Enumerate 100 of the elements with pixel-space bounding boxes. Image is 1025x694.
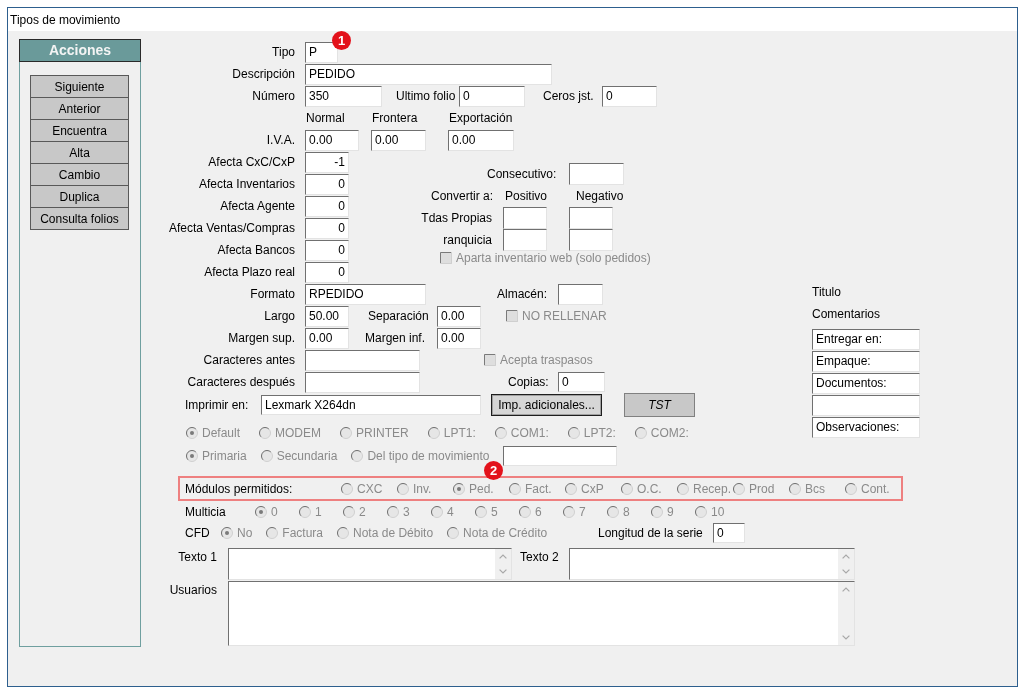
action-button[interactable]: Alta xyxy=(30,141,129,164)
window-title: Tipos de movimiento xyxy=(8,8,1017,31)
margen-inf-field[interactable]: 0.00 xyxy=(437,327,481,349)
comment-field[interactable]: Documentos: xyxy=(812,373,920,394)
margen-sup-label: Margen sup. xyxy=(227,331,295,345)
afecta-label: Afecta Inventarios xyxy=(197,177,295,191)
iva-field[interactable]: 0.00 xyxy=(371,129,426,151)
iva-field[interactable]: 0.00 xyxy=(448,129,514,151)
copias-field[interactable]: 0 xyxy=(558,372,605,392)
chevron-up-icon[interactable] xyxy=(499,554,507,559)
ceros-label: Ceros jst. xyxy=(543,89,595,103)
almacen-label: Almacén: xyxy=(497,287,549,301)
action-button[interactable]: Cambio xyxy=(30,163,129,186)
movement-type-field[interactable] xyxy=(503,445,618,466)
chevron-up-icon[interactable] xyxy=(842,587,850,592)
afecta-label: Afecta CxC/CxP xyxy=(207,155,295,169)
tipo-label: Tipo xyxy=(271,45,295,59)
afecta-field[interactable]: 0 xyxy=(305,173,349,195)
separacion-label: Separación xyxy=(368,309,430,323)
action-button[interactable]: Siguiente xyxy=(30,75,129,98)
descripcion-label: Descripción xyxy=(231,67,295,81)
ceros-field[interactable]: 0 xyxy=(602,85,657,107)
chevron-up-icon[interactable] xyxy=(842,554,850,559)
ultimo-folio-field[interactable]: 0 xyxy=(459,85,525,107)
test-button[interactable]: TST xyxy=(624,393,695,417)
texto-field[interactable] xyxy=(569,548,855,580)
largo-label: Largo xyxy=(263,309,295,323)
scroll-bar[interactable] xyxy=(838,582,854,645)
afecta-field[interactable]: 0 xyxy=(305,217,349,239)
additional-printers-button[interactable]: Imp. adicionales... xyxy=(491,394,602,416)
margen-sup-field[interactable]: 0.00 xyxy=(305,327,349,349)
texto-field[interactable] xyxy=(228,548,512,580)
scroll-bar[interactable] xyxy=(495,549,511,579)
comment-field[interactable]: Empaque: xyxy=(812,351,920,372)
imprimir-label: Imprimir en: xyxy=(185,398,250,412)
iva-column-label: Normal xyxy=(306,111,346,125)
caracteres-despues-label: Caracteres después xyxy=(186,375,295,389)
afecta-label: Afecta Agente xyxy=(219,199,295,213)
afecta-label: Afecta Ventas/Compras xyxy=(167,221,295,235)
convertir-label: Convertir a: xyxy=(431,189,495,203)
descripcion-field[interactable]: PEDIDO xyxy=(305,63,552,85)
iva-column-label: Exportación xyxy=(449,111,513,125)
action-button[interactable]: Duplica xyxy=(30,185,129,208)
texto-label: Texto 1 xyxy=(177,549,217,564)
iva-field[interactable]: 0.00 xyxy=(305,129,359,151)
afecta-field[interactable]: 0 xyxy=(305,195,349,217)
copias-label: Copias: xyxy=(508,375,550,389)
chevron-down-icon[interactable] xyxy=(499,569,507,574)
comment-field[interactable]: Observaciones: xyxy=(812,417,920,438)
separacion-field[interactable]: 0.00 xyxy=(437,305,481,327)
consecutivo-field[interactable] xyxy=(569,163,624,185)
convertir-row-label: ranquicia xyxy=(442,233,492,247)
titulo-label: Titulo xyxy=(812,284,842,301)
afecta-field[interactable]: 0 xyxy=(305,261,349,283)
iva-column-label: Frontera xyxy=(372,111,419,125)
usuarios-field[interactable] xyxy=(228,581,855,646)
margen-inf-label: Margen inf. xyxy=(365,331,427,345)
action-button[interactable]: Consulta folios xyxy=(30,207,129,230)
convertir-field[interactable] xyxy=(503,207,547,229)
consecutivo-label: Consecutivo: xyxy=(487,167,558,181)
formato-field[interactable]: RPEDIDO xyxy=(305,283,426,305)
convertir-field[interactable] xyxy=(503,229,547,251)
scroll-bar[interactable] xyxy=(838,549,854,579)
afecta-label: Afecta Plazo real xyxy=(203,265,295,279)
formato-label: Formato xyxy=(249,287,295,301)
convertir-column-label: Positivo xyxy=(505,189,549,203)
callout-marker: 2 xyxy=(484,461,503,480)
afecta-label: Afecta Bancos xyxy=(216,243,295,257)
caracteres-antes-field[interactable] xyxy=(305,349,420,371)
iva-label: I.V.A. xyxy=(265,133,295,147)
convertir-row-label: Tdas Propias xyxy=(420,211,492,225)
comentarios-label: Comentarios xyxy=(812,306,882,323)
modulos-label: Módulos permitidos: xyxy=(185,481,294,496)
largo-field[interactable]: 50.00 xyxy=(305,305,349,327)
tipo-field[interactable]: P xyxy=(305,41,338,63)
numero-field[interactable]: 350 xyxy=(305,85,382,107)
numero-label: Número xyxy=(251,89,295,103)
usuarios-label: Usuarios xyxy=(168,582,217,597)
panel-title: Acciones xyxy=(19,39,141,62)
action-button[interactable]: Anterior xyxy=(30,97,129,120)
chevron-down-icon[interactable] xyxy=(842,569,850,574)
comment-field[interactable]: Entregar en: xyxy=(812,329,920,350)
longitud-label: Longitud de la serie xyxy=(598,526,704,540)
convertir-field[interactable] xyxy=(569,207,613,229)
caracteres-antes-label: Caracteres antes xyxy=(202,353,295,367)
afecta-field[interactable]: -1 xyxy=(305,151,349,173)
printer-field[interactable]: Lexmark X264dn xyxy=(261,395,481,415)
convertir-column-label: Negativo xyxy=(576,189,624,203)
afecta-field[interactable]: 0 xyxy=(305,239,349,261)
almacen-field[interactable] xyxy=(558,283,603,305)
cfd-label: CFD xyxy=(185,526,211,540)
texto-label: Texto 2 xyxy=(520,549,560,564)
callout-marker: 1 xyxy=(332,31,351,50)
longitud-field[interactable]: 0 xyxy=(713,523,745,543)
caracteres-despues-field[interactable] xyxy=(305,371,420,393)
multicia-label: Multicia xyxy=(185,504,227,519)
convertir-field[interactable] xyxy=(569,229,613,251)
chevron-down-icon[interactable] xyxy=(842,635,850,640)
action-button[interactable]: Encuentra xyxy=(30,119,129,142)
comment-field[interactable] xyxy=(812,395,920,416)
